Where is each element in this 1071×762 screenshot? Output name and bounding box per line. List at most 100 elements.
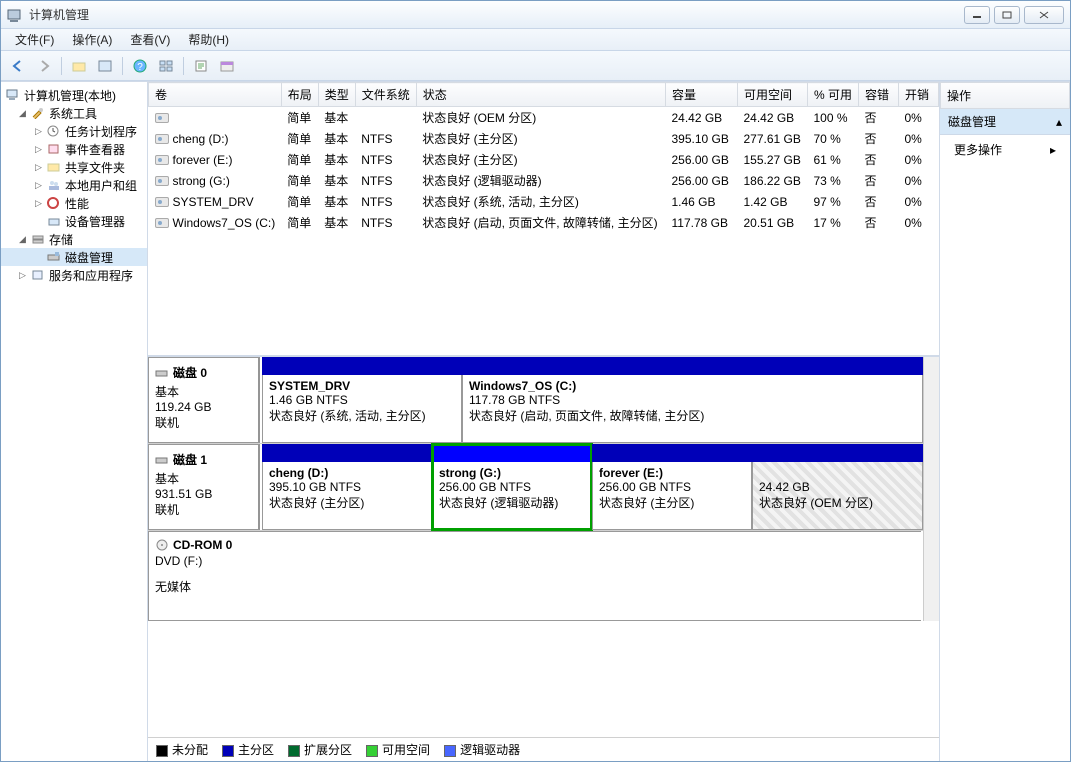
nav-back-button[interactable] <box>7 55 29 77</box>
legend-primary: 主分区 <box>238 743 274 757</box>
nav-tree[interactable]: 计算机管理(本地) ◢ 系统工具 ▷任务计划程序 ▷事件查看器 ▷共享文件夹 ▷… <box>1 82 148 761</box>
list-view-button[interactable] <box>216 55 238 77</box>
tree-local-users[interactable]: ▷本地用户和组 <box>1 176 147 194</box>
menu-help[interactable]: 帮助(H) <box>180 29 237 50</box>
help-button[interactable]: ? <box>129 55 151 77</box>
toolbar: ? <box>1 51 1070 81</box>
col-layout[interactable]: 布局 <box>281 83 318 107</box>
minimize-button[interactable] <box>964 6 990 24</box>
legend-unallocated: 未分配 <box>172 743 208 757</box>
up-button[interactable] <box>68 55 90 77</box>
table-row[interactable]: SYSTEM_DRV简单基本NTFS状态良好 (系统, 活动, 主分区)1.46… <box>149 191 939 212</box>
legend-extended: 扩展分区 <box>304 743 352 757</box>
menu-view[interactable]: 查看(V) <box>122 29 178 50</box>
tree-disk-management[interactable]: 磁盘管理 <box>1 248 147 266</box>
collapse-icon[interactable]: ▷ <box>17 270 28 281</box>
collapse-icon[interactable]: ▷ <box>33 126 44 137</box>
tree-services[interactable]: ▷服务和应用程序 <box>1 266 147 284</box>
actions-header: 操作 <box>940 82 1070 109</box>
partition-forever-e[interactable]: forever (E:)256.00 GB NTFS状态良好 (主分区) <box>592 444 752 530</box>
col-volume[interactable]: 卷 <box>149 83 282 107</box>
refresh-button[interactable] <box>190 55 212 77</box>
collapse-icon[interactable]: ▷ <box>33 144 44 155</box>
table-row[interactable]: 简单基本状态良好 (OEM 分区)24.42 GB24.42 GB100 %否0… <box>149 107 939 129</box>
table-row[interactable]: Windows7_OS (C:)简单基本NTFS状态良好 (启动, 页面文件, … <box>149 212 939 233</box>
partition-system-drv[interactable]: SYSTEM_DRV1.46 GB NTFS状态良好 (系统, 活动, 主分区) <box>262 357 462 443</box>
col-fs[interactable]: 文件系统 <box>355 83 416 107</box>
legend: 未分配 主分区 扩展分区 可用空间 逻辑驱动器 <box>148 737 939 761</box>
tree-shared-folders[interactable]: ▷共享文件夹 <box>1 158 147 176</box>
partition-oem[interactable]: 24.42 GB状态良好 (OEM 分区) <box>752 444 923 530</box>
col-fault[interactable]: 容错 <box>859 83 899 107</box>
clock-icon <box>46 124 62 138</box>
partition-strong-g[interactable]: strong (G:)256.00 GB NTFS状态良好 (逻辑驱动器) <box>432 444 592 530</box>
tools-icon <box>30 106 46 120</box>
disk1-block: 磁盘 1 基本 931.51 GB 联机 cheng (D:)395.10 GB… <box>148 444 923 531</box>
volume-list[interactable]: 卷 布局 类型 文件系统 状态 容量 可用空间 % 可用 容错 开销 简单基本状… <box>148 82 939 357</box>
perf-icon <box>46 196 62 210</box>
tree-event-viewer[interactable]: ▷事件查看器 <box>1 140 147 158</box>
legend-free: 可用空间 <box>382 743 430 757</box>
titlebar[interactable]: 计算机管理 <box>1 1 1070 29</box>
collapse-icon[interactable]: ▷ <box>33 198 44 209</box>
disk-icon <box>46 250 62 264</box>
collapse-icon[interactable]: ▷ <box>33 162 44 173</box>
view-mode-button[interactable] <box>155 55 177 77</box>
users-icon <box>46 178 62 192</box>
chevron-right-icon: ▸ <box>1050 143 1056 157</box>
disk0-header[interactable]: 磁盘 0 基本 119.24 GB 联机 <box>148 357 260 443</box>
table-row[interactable]: strong (G:)简单基本NTFS状态良好 (逻辑驱动器)256.00 GB… <box>149 170 939 191</box>
expand-icon[interactable]: ◢ <box>17 108 28 119</box>
svg-text:?: ? <box>137 62 143 73</box>
tree-root[interactable]: 计算机管理(本地) <box>1 86 147 104</box>
disk-icon <box>155 454 169 466</box>
col-type[interactable]: 类型 <box>318 83 355 107</box>
col-overhead[interactable]: 开销 <box>899 83 939 107</box>
partition-windows7-os[interactable]: Windows7_OS (C:)117.78 GB NTFS状态良好 (启动, … <box>462 357 923 443</box>
partition-cheng-d[interactable]: cheng (D:)395.10 GB NTFS状态良好 (主分区) <box>262 444 432 530</box>
collapse-arrow-icon: ▴ <box>1056 115 1062 129</box>
actions-more[interactable]: 更多操作 ▸ <box>940 135 1070 164</box>
menubar: 文件(F) 操作(A) 查看(V) 帮助(H) <box>1 29 1070 51</box>
tree-performance[interactable]: ▷性能 <box>1 194 147 212</box>
legend-logical: 逻辑驱动器 <box>460 743 520 757</box>
menu-action[interactable]: 操作(A) <box>64 29 120 50</box>
disk-graph-pane[interactable]: 磁盘 0 基本 119.24 GB 联机 SYSTEM_DRV1.46 GB N… <box>148 357 939 737</box>
table-row[interactable]: cheng (D:)简单基本NTFS状态良好 (主分区)395.10 GB277… <box>149 128 939 149</box>
actions-pane: 操作 磁盘管理 ▴ 更多操作 ▸ <box>940 82 1070 761</box>
computer-icon <box>5 88 21 102</box>
disk0-block: 磁盘 0 基本 119.24 GB 联机 SYSTEM_DRV1.46 GB N… <box>148 357 923 444</box>
nav-forward-button[interactable] <box>33 55 55 77</box>
menu-file[interactable]: 文件(F) <box>7 29 62 50</box>
properties-button[interactable] <box>94 55 116 77</box>
tree-device-manager[interactable]: 设备管理器 <box>1 212 147 230</box>
storage-icon <box>30 232 46 246</box>
table-row[interactable]: forever (E:)简单基本NTFS状态良好 (主分区)256.00 GB1… <box>149 149 939 170</box>
col-pct[interactable]: % 可用 <box>807 83 858 107</box>
tree-system-tools[interactable]: ◢ 系统工具 <box>1 104 147 122</box>
col-free[interactable]: 可用空间 <box>737 83 807 107</box>
cdrom-header[interactable]: CD-ROM 0 DVD (F:) 无媒体 <box>148 531 921 621</box>
tree-task-scheduler[interactable]: ▷任务计划程序 <box>1 122 147 140</box>
collapse-icon[interactable]: ▷ <box>33 180 44 191</box>
center-pane: 卷 布局 类型 文件系统 状态 容量 可用空间 % 可用 容错 开销 简单基本状… <box>148 82 940 761</box>
col-capacity[interactable]: 容量 <box>665 83 737 107</box>
actions-disk-mgmt[interactable]: 磁盘管理 ▴ <box>940 109 1070 135</box>
cdrom-icon <box>155 539 169 551</box>
tree-storage[interactable]: ◢存储 <box>1 230 147 248</box>
disk1-header[interactable]: 磁盘 1 基本 931.51 GB 联机 <box>148 444 260 530</box>
disk-icon <box>155 367 169 379</box>
volume-table[interactable]: 卷 布局 类型 文件系统 状态 容量 可用空间 % 可用 容错 开销 简单基本状… <box>148 82 939 233</box>
col-status[interactable]: 状态 <box>416 83 665 107</box>
app-icon <box>7 7 23 23</box>
services-icon <box>30 268 46 282</box>
cdrom-block: CD-ROM 0 DVD (F:) 无媒体 <box>148 531 923 621</box>
close-button[interactable] <box>1024 6 1064 24</box>
folder-icon <box>46 160 62 174</box>
maximize-button[interactable] <box>994 6 1020 24</box>
device-icon <box>46 214 62 228</box>
app-window: 计算机管理 文件(F) 操作(A) 查看(V) 帮助(H) ? 计算机管理(本地… <box>0 0 1071 762</box>
expand-icon[interactable]: ◢ <box>17 234 28 245</box>
event-icon <box>46 142 62 156</box>
scrollbar[interactable] <box>923 357 939 621</box>
